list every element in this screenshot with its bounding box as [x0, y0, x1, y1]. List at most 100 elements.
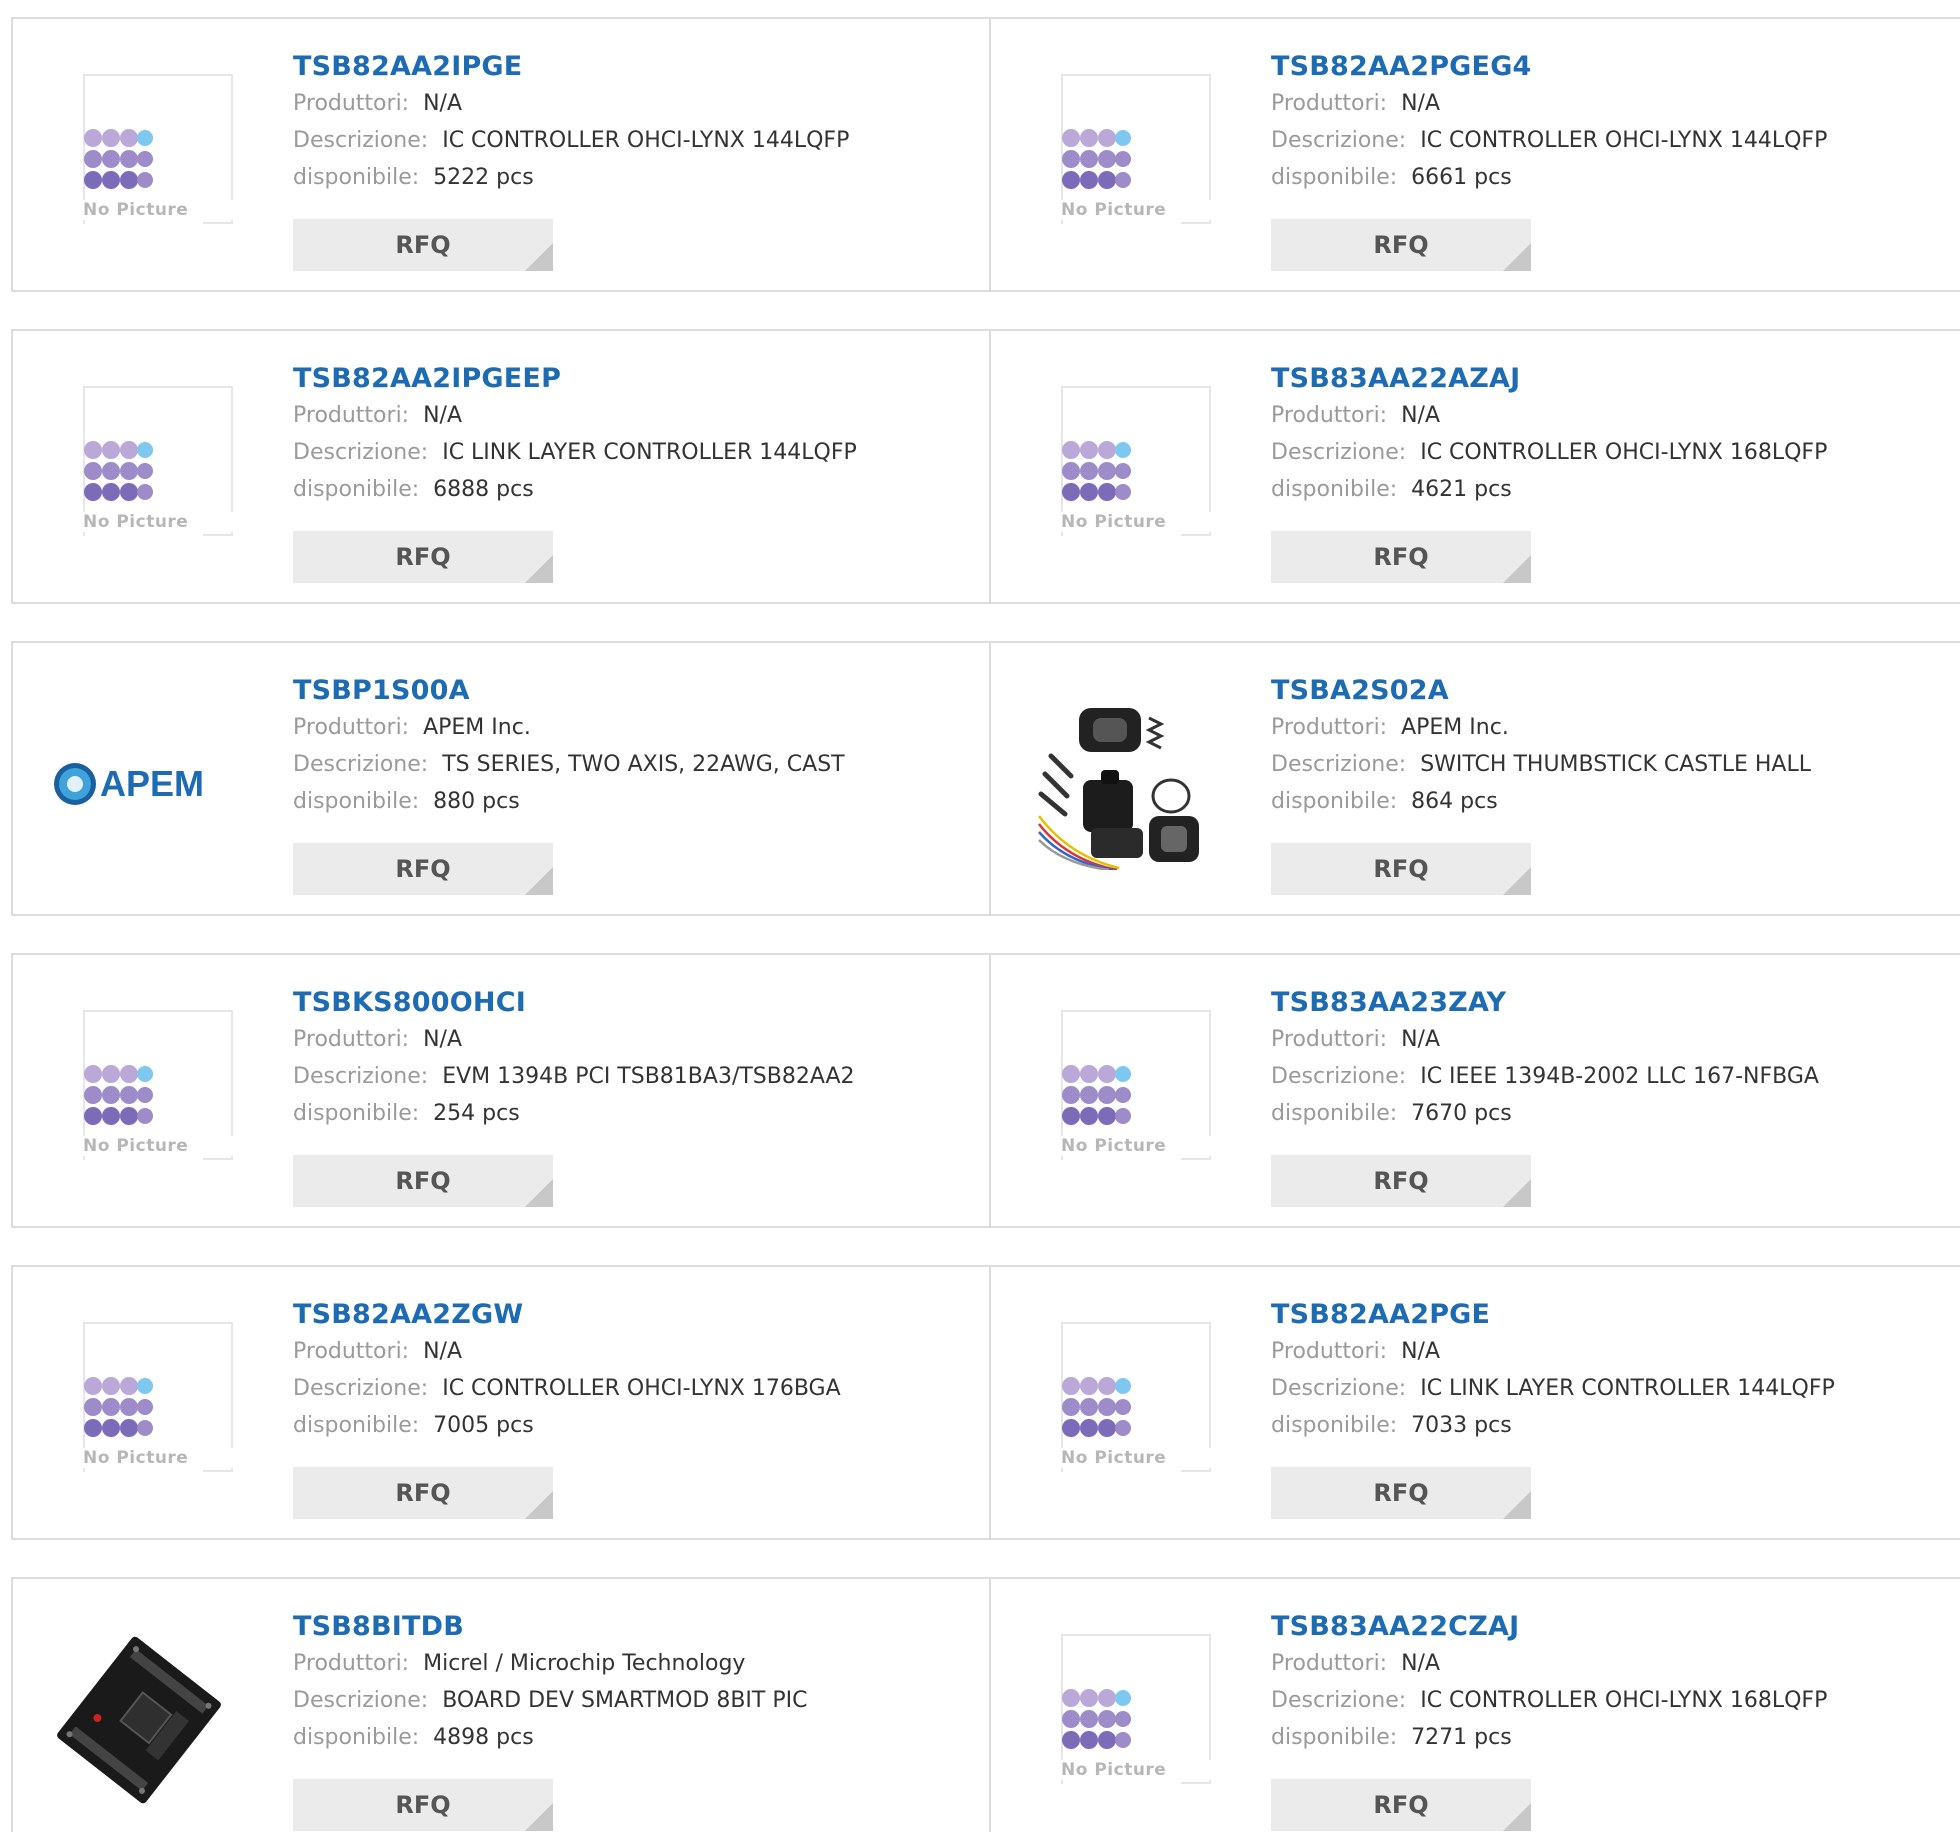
- rfq-button[interactable]: RFQ: [293, 1467, 553, 1519]
- product-card-tsb83aa23zay: No Picture TSB83AA23ZAY Produttori: N/A D…: [989, 953, 1960, 1228]
- manufacturer-label: Produttori:: [1271, 1027, 1388, 1052]
- no-picture-label: No Picture: [1061, 1760, 1211, 1780]
- product-card-tsb82aa2pge: No Picture TSB82AA2PGE Produttori: N/A De…: [989, 1265, 1960, 1540]
- manufacturer-label: Produttori:: [293, 403, 410, 428]
- part-number-link[interactable]: TSBKS800OHCI: [293, 985, 973, 1021]
- rfq-button[interactable]: RFQ: [293, 1155, 553, 1207]
- corner-triangle-icon: [1503, 243, 1531, 271]
- part-number-link[interactable]: TSB82AA2IPGEEP: [293, 361, 973, 397]
- no-picture-icon: [1062, 1065, 1131, 1125]
- rfq-button[interactable]: RFQ: [293, 1779, 553, 1831]
- product-card-tsbks800ohci: No Picture TSBKS800OHCI Produttori: N/A D…: [11, 953, 991, 1228]
- product-image[interactable]: No Picture: [53, 1010, 233, 1182]
- availability-label: disponibile:: [293, 789, 420, 814]
- manufacturer-value: Micrel / Microchip Technology: [423, 1651, 746, 1676]
- product-image[interactable]: No Picture: [1031, 1634, 1211, 1806]
- rfq-label: RFQ: [1373, 1479, 1429, 1507]
- rfq-button[interactable]: RFQ: [1271, 219, 1531, 271]
- availability-value: 7271 pcs: [1411, 1725, 1512, 1750]
- product-grid: No Picture TSB82AA2IPGE Produttori: N/A D…: [0, 0, 1960, 1832]
- no-picture-icon: [84, 129, 153, 189]
- no-picture-icon: [1062, 1689, 1131, 1749]
- product-info: TSB82AA2PGEG4 Produttori: N/A Descrizione…: [1271, 49, 1951, 196]
- availability-value: 254 pcs: [433, 1101, 520, 1126]
- part-number-link[interactable]: TSB82AA2IPGE: [293, 49, 973, 85]
- product-card-tsb82aa2zgw: No Picture TSB82AA2ZGW Produttori: N/A De…: [11, 1265, 991, 1540]
- product-image[interactable]: [1031, 698, 1203, 872]
- availability-label: disponibile:: [293, 1101, 420, 1126]
- rfq-button[interactable]: RFQ: [1271, 843, 1531, 895]
- image-frame-base: [1181, 1470, 1211, 1472]
- product-card-tsbp1s00a: APEM TSBP1S00A Produttori: APEM Inc. Desc…: [11, 641, 991, 916]
- availability-value: 5222 pcs: [433, 165, 534, 190]
- rfq-button[interactable]: RFQ: [1271, 1779, 1531, 1831]
- manufacturer-label: Produttori:: [1271, 1651, 1388, 1676]
- product-info: TSBA2S02A Produttori: APEM Inc. Descrizio…: [1271, 673, 1951, 820]
- image-frame-base: [1181, 1158, 1211, 1160]
- corner-triangle-icon: [525, 1803, 553, 1831]
- availability-label: disponibile:: [1271, 165, 1398, 190]
- manufacturer-value: N/A: [1401, 403, 1441, 428]
- manufacturer-label: Produttori:: [1271, 91, 1388, 116]
- apem-logo: APEM: [54, 763, 204, 805]
- manufacturer-row: Produttori: N/A: [1271, 397, 1951, 434]
- description-row: Descrizione: IC CONTROLLER OHCI-LYNX 168L…: [1271, 434, 1951, 471]
- part-number-link[interactable]: TSB82AA2PGE: [1271, 1297, 1951, 1333]
- description-row: Descrizione: EVM 1394B PCI TSB81BA3/TSB82…: [293, 1058, 973, 1095]
- manufacturer-label: Produttori:: [1271, 403, 1388, 428]
- availability-value: 6661 pcs: [1411, 165, 1512, 190]
- product-image[interactable]: [53, 1634, 225, 1806]
- manufacturer-label: Produttori:: [1271, 715, 1388, 740]
- image-frame-base: [203, 534, 233, 536]
- description-label: Descrizione:: [293, 440, 429, 465]
- manufacturer-value: APEM Inc.: [1401, 715, 1509, 740]
- product-image[interactable]: No Picture: [1031, 386, 1211, 558]
- product-image[interactable]: No Picture: [1031, 1010, 1211, 1182]
- availability-label: disponibile:: [1271, 1413, 1398, 1438]
- product-image[interactable]: No Picture: [1031, 74, 1211, 246]
- availability-row: disponibile: 6661 pcs: [1271, 159, 1951, 196]
- rfq-button[interactable]: RFQ: [293, 843, 553, 895]
- rfq-button[interactable]: RFQ: [1271, 1155, 1531, 1207]
- rfq-button[interactable]: RFQ: [1271, 1467, 1531, 1519]
- part-number-link[interactable]: TSB8BITDB: [293, 1609, 973, 1645]
- description-row: Descrizione: TS SERIES, TWO AXIS, 22AWG, …: [293, 746, 973, 783]
- product-image[interactable]: No Picture: [53, 386, 233, 558]
- availability-row: disponibile: 7005 pcs: [293, 1407, 973, 1444]
- product-image[interactable]: No Picture: [1031, 1322, 1211, 1494]
- product-image[interactable]: APEM: [53, 698, 225, 870]
- description-value: IC CONTROLLER OHCI-LYNX 176BGA: [442, 1376, 841, 1401]
- part-number-link[interactable]: TSB83AA22AZAJ: [1271, 361, 1951, 397]
- availability-row: disponibile: 4621 pcs: [1271, 471, 1951, 508]
- no-picture-icon: [84, 1377, 153, 1437]
- corner-triangle-icon: [1503, 555, 1531, 583]
- product-info: TSB8BITDB Produttori: Micrel / Microchip …: [293, 1609, 973, 1756]
- rfq-button[interactable]: RFQ: [293, 531, 553, 583]
- no-picture-icon: [84, 441, 153, 501]
- rfq-label: RFQ: [395, 1479, 451, 1507]
- description-label: Descrizione:: [1271, 128, 1407, 153]
- rfq-label: RFQ: [395, 1791, 451, 1819]
- availability-row: disponibile: 254 pcs: [293, 1095, 973, 1132]
- no-picture-icon: [84, 1065, 153, 1125]
- product-card-tsb82aa2ipgeep: No Picture TSB82AA2IPGEEP Produttori: N/A…: [11, 329, 991, 604]
- part-number-link[interactable]: TSB82AA2ZGW: [293, 1297, 973, 1333]
- thumbstick-photo: [1031, 698, 1203, 872]
- availability-value: 864 pcs: [1411, 789, 1498, 814]
- no-picture-label: No Picture: [1061, 1136, 1211, 1156]
- rfq-button[interactable]: RFQ: [293, 219, 553, 271]
- product-image[interactable]: No Picture: [53, 1322, 233, 1494]
- part-number-link[interactable]: TSBA2S02A: [1271, 673, 1951, 709]
- rfq-label: RFQ: [1373, 1167, 1429, 1195]
- part-number-link[interactable]: TSBP1S00A: [293, 673, 973, 709]
- product-image[interactable]: No Picture: [53, 74, 233, 246]
- manufacturer-value: N/A: [423, 91, 463, 116]
- part-number-link[interactable]: TSB83AA22CZAJ: [1271, 1609, 1951, 1645]
- product-info: TSB82AA2IPGEEP Produttori: N/A Descrizion…: [293, 361, 973, 508]
- part-number-link[interactable]: TSB82AA2PGEG4: [1271, 49, 1951, 85]
- product-card-tsb82aa2pgeg4: No Picture TSB82AA2PGEG4 Produttori: N/A …: [989, 17, 1960, 292]
- corner-triangle-icon: [525, 243, 553, 271]
- rfq-button[interactable]: RFQ: [1271, 531, 1531, 583]
- no-picture-label: No Picture: [1061, 200, 1211, 220]
- part-number-link[interactable]: TSB83AA23ZAY: [1271, 985, 1951, 1021]
